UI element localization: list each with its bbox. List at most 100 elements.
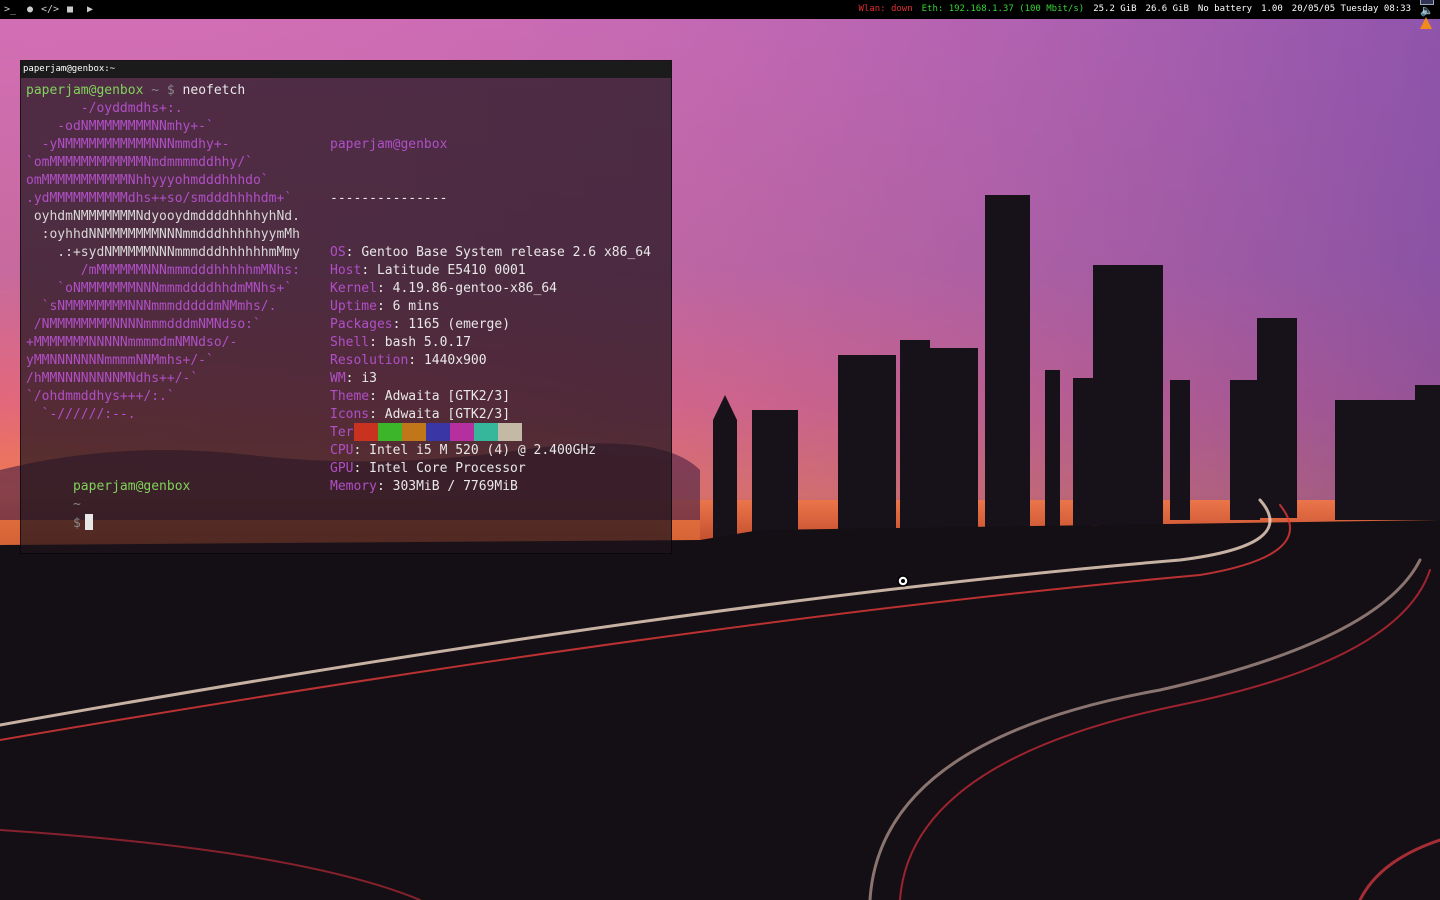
info-key: WM: [330, 371, 346, 386]
prompt-symbol: $: [72, 516, 81, 531]
gentoo-ascii-logo: -/oyddmdhs+:. -odNMMMMMMMMNNmhy+-` -yNMM…: [26, 100, 300, 424]
palette-swatch: [498, 423, 522, 441]
info-key: Packages: [330, 317, 393, 332]
info-row: Theme: Adwaita [GTK2/3]: [330, 388, 651, 406]
info-value: 1165 (emerge): [408, 317, 511, 332]
info-colon: :: [353, 461, 370, 476]
vlc-icon[interactable]: [1420, 16, 1432, 29]
info-value: 6 mins: [392, 299, 440, 314]
logo-line: -yNMMMMMMMMMMMNNNmmdhy+-: [26, 137, 230, 152]
battery-status: No battery: [1197, 4, 1253, 14]
logo-line: oyhdmNMMMMMMMNdyooydmddddhhhhyhNd.: [26, 209, 300, 224]
prompt-symbol: $: [166, 83, 175, 98]
palette-swatch: [354, 423, 378, 441]
folder-icon[interactable]: ■: [60, 0, 80, 19]
logo-line: `omMMMMMMMMMMMMNmdmmmmddhhy/`: [26, 155, 253, 170]
info-value: Gentoo Base System release 2.6 x86_64: [361, 245, 651, 260]
prompt-path: ~: [72, 497, 81, 512]
info-value: i3: [361, 371, 377, 386]
info-value: 4.19.86-gentoo-x86_64: [392, 281, 557, 296]
info-row: Host: Latitude E5410 0001: [330, 262, 651, 280]
info-row: Icons: Adwaita [GTK2/3]: [330, 406, 651, 424]
prompt-user: paperjam@genbox: [72, 479, 191, 494]
logo-line: :oyhhdNNMMMMMMMNNNmmdddhhhhhyymMh: [26, 227, 300, 242]
clock: 20/05/05 Tuesday 08:33: [1291, 4, 1411, 14]
terminal-content[interactable]: paperjam@genbox ~ $ neofetch -/oyddmdhs+…: [21, 78, 671, 531]
logo-line: .:+sydNMMMMMNNNmmmdddhhhhhhmMmy: [26, 245, 300, 260]
info-separator: ---------------: [330, 191, 448, 206]
logo-line: -odNMMMMMMMMNNmhy+-`: [26, 119, 214, 134]
play-icon[interactable]: ▶: [80, 0, 100, 19]
command-text: neofetch: [182, 83, 246, 98]
ethernet-status: Eth: 192.168.1.37 (100 Mbit/s): [921, 4, 1085, 14]
info-row: WM: i3: [330, 370, 651, 388]
info-value: Adwaita [GTK2/3]: [384, 389, 511, 404]
wlan-status: Wlan: down: [858, 4, 913, 14]
terminal-icon[interactable]: >_: [0, 0, 20, 19]
terminal-title-bar[interactable]: paperjam@genbox:~: [21, 61, 671, 78]
info-key: Theme: [330, 389, 370, 404]
terminal-window[interactable]: paperjam@genbox:~ paperjam@genbox ~ $ ne…: [20, 60, 672, 554]
active-prompt[interactable]: paperjam@genbox ~ $: [26, 460, 190, 551]
info-colon: :: [376, 299, 393, 314]
info-colon: :: [345, 371, 362, 386]
info-row: Kernel: 4.19.86-gentoo-x86_64: [330, 280, 651, 298]
logo-line: omMMMMMMMMMMMNhhyyyohmdddhhhdo`: [26, 173, 269, 188]
info-value: 1440x900: [423, 353, 487, 368]
info-row: Packages: 1165 (emerge): [330, 316, 651, 334]
info-row: Shell: bash 5.0.17: [330, 334, 651, 352]
logo-line: yMMNNNNNNNmmmmNNMmhs+/-`: [26, 353, 214, 368]
launcher-icons: >_ ● </> ■ ▶: [0, 0, 100, 19]
volume-icon[interactable]: 🔈: [1420, 4, 1434, 17]
system-tray: 🔈: [1420, 0, 1434, 29]
firefox-icon[interactable]: ●: [20, 0, 40, 19]
info-colon: :: [376, 479, 393, 494]
info-key: Resolution: [330, 353, 409, 368]
text-cursor: [84, 514, 93, 530]
info-header: paperjam@genbox: [330, 137, 448, 152]
info-key: GPU: [330, 461, 354, 476]
palette-swatch: [474, 423, 498, 441]
info-key: Host: [330, 263, 362, 278]
info-row: CPU: Intel i5 M 520 (4) @ 2.400GHz: [330, 442, 651, 460]
info-key: Icons: [330, 407, 370, 422]
info-value: bash 5.0.17: [384, 335, 471, 350]
info-row: OS: Gentoo Base System release 2.6 x86_6…: [330, 244, 651, 262]
logo-line: `sNMMMMMMMMNNNmmmdddddmNMmhs/.: [26, 299, 277, 314]
code-icon[interactable]: </>: [40, 0, 60, 19]
info-colon: :: [369, 335, 385, 350]
info-colon: :: [408, 353, 424, 368]
top-status-bar: >_ ● </> ■ ▶ Wlan: down Eth: 192.168.1.3…: [0, 0, 1440, 29]
info-key: Memory: [330, 479, 377, 494]
info-key: Shell: [330, 335, 370, 350]
prompt-user: paperjam@genbox: [26, 83, 144, 98]
info-colon: :: [369, 407, 385, 422]
info-value: Intel i5 M 520 (4) @ 2.400GHz: [369, 443, 597, 458]
info-key: Kernel: [330, 281, 377, 296]
info-key: Uptime: [330, 299, 377, 314]
info-colon: :: [392, 317, 409, 332]
disk-usage-2: 26.6 GiB: [1145, 4, 1189, 14]
info-value: Intel Core Processor: [369, 461, 526, 476]
info-colon: :: [376, 281, 393, 296]
info-key: OS: [330, 245, 346, 260]
logo-line: .ydMMMMMMMMMMdhs++so/smdddhhhhdm+`: [26, 191, 293, 206]
info-value: Adwaita [GTK2/3]: [384, 407, 511, 422]
logo-line: /hMMNNNNNNNNMNdhs++/-`: [26, 371, 199, 386]
info-colon: :: [353, 443, 370, 458]
palette-swatch: [378, 423, 402, 441]
info-row: Resolution: 1440x900: [330, 352, 651, 370]
prompt-path: ~: [151, 83, 160, 98]
info-key: CPU: [330, 443, 354, 458]
info-value: 303MiB / 7769MiB: [392, 479, 518, 494]
info-value: Latitude E5410 0001: [376, 263, 526, 278]
logo-line: `/ohdmmddhys+++/:.`: [26, 389, 175, 404]
load-average: 1.00: [1261, 4, 1283, 14]
palette-swatch: [426, 423, 450, 441]
logo-line: +MMMMMMMNNNNNmmmmdmNMNdso/-: [26, 335, 238, 350]
logo-line: `oNMMMMMMMNNNmmmddddhhdmMNhs+`: [26, 281, 293, 296]
logo-line: `-//////:--.: [26, 407, 136, 422]
info-row: Uptime: 6 mins: [330, 298, 651, 316]
disk-usage-1: 25.2 GiB: [1093, 4, 1137, 14]
logo-line: -/oyddmdhs+:.: [26, 101, 183, 116]
